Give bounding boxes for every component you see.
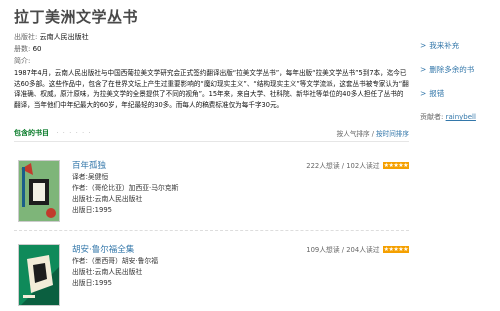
- book-translator: 译者:吴健恒: [72, 173, 109, 181]
- book-divider: [14, 230, 409, 231]
- book-info: 胡安·鲁尔福全集 作者:（墨西哥）胡安·鲁尔福 出版社:云南人民出版社 出版日:…: [72, 244, 158, 289]
- contributor-link[interactable]: rainybell: [446, 113, 476, 121]
- add-book-label: 我来补充: [429, 41, 460, 50]
- books-section-header: 包含的书目 · · · · · · 按人气排序 / 按时间排序: [14, 128, 409, 142]
- book-item: 胡安·鲁尔福全集 作者:（墨西哥）胡安·鲁尔福 出版社:云南人民出版社 出版日:…: [14, 244, 409, 311]
- book-read-counts: 109人想读 / 204人读过: [306, 246, 380, 254]
- add-book-link[interactable]: > 我来补充: [420, 40, 500, 51]
- sort-time-link[interactable]: 按时间排序: [376, 130, 409, 138]
- book-author: 作者:（墨西哥）胡安·鲁尔福: [72, 257, 159, 265]
- arrow-right-icon: >: [420, 65, 427, 74]
- books-section-label: 包含的书目: [14, 129, 49, 137]
- book-author: 作者:（哥伦比亚）加西亚·马尔克斯: [72, 184, 179, 192]
- report-error-link[interactable]: > 报错: [420, 88, 500, 99]
- arrow-right-icon: >: [420, 89, 427, 98]
- intro-label-row: 简介:: [14, 56, 30, 66]
- intro-label: 简介:: [14, 57, 31, 65]
- rating-stars: ★★★★★: [382, 161, 409, 169]
- arrow-right-icon: >: [420, 41, 427, 50]
- remove-books-label: 删除多余的书: [429, 65, 475, 74]
- page-title: 拉丁美洲文学丛书: [14, 8, 139, 26]
- remove-books-link[interactable]: > 删除多余的书: [420, 64, 500, 75]
- book-publisher: 出版社:云南人民出版社: [72, 268, 143, 276]
- publisher-value: 云南人民出版社: [39, 33, 89, 41]
- contributor-label: 贡献者:: [420, 113, 444, 121]
- volumes-label: 册数:: [14, 45, 31, 53]
- report-error-label: 报错: [429, 89, 445, 98]
- sort-options: 按人气排序 / 按时间排序: [337, 128, 409, 138]
- book-title-link[interactable]: 百年孤独: [72, 160, 178, 172]
- book-read-counts: 222人想读 / 102人读过: [306, 162, 380, 170]
- volumes-value: 60: [32, 45, 42, 53]
- sidebar: > 我来补充 > 删除多余的书 > 报错 贡献者: rainybell: [420, 40, 500, 122]
- book-title-link[interactable]: 胡安·鲁尔福全集: [72, 244, 158, 256]
- intro-text: 1987年4月，云南人民出版社与中国西葡拉美文学研究会正式签约翻译出版“拉美文学…: [14, 69, 409, 109]
- rating-stars: ★★★★★: [382, 245, 409, 253]
- book-stats: 222人想读 / 102人读过 ★★★★★: [306, 160, 409, 170]
- book-year: 出版日:1995: [72, 279, 112, 287]
- book-year: 出版日:1995: [72, 206, 112, 214]
- section-dots: · · · · · ·: [56, 129, 92, 137]
- book-item: 百年孤独 译者:吴健恒 作者:（哥伦比亚）加西亚·马尔克斯 出版社:云南人民出版…: [14, 160, 409, 240]
- book-publisher: 出版社:云南人民出版社: [72, 195, 143, 203]
- sort-popular[interactable]: 按人气排序: [337, 130, 370, 138]
- publisher-row: 出版社: 云南人民出版社: [14, 32, 89, 42]
- publisher-label: 出版社:: [14, 33, 38, 41]
- book-cover[interactable]: [18, 160, 60, 222]
- book-stats: 109人想读 / 204人读过 ★★★★★: [306, 244, 409, 254]
- contributor: 贡献者: rainybell: [420, 112, 500, 122]
- book-info: 百年孤独 译者:吴健恒 作者:（哥伦比亚）加西亚·马尔克斯 出版社:云南人民出版…: [72, 160, 178, 216]
- volumes-row: 册数: 60: [14, 44, 42, 54]
- book-cover[interactable]: [18, 244, 60, 306]
- page: 拉丁美洲文学丛书 出版社: 云南人民出版社 册数: 60 简介: 1987年4月…: [0, 0, 500, 311]
